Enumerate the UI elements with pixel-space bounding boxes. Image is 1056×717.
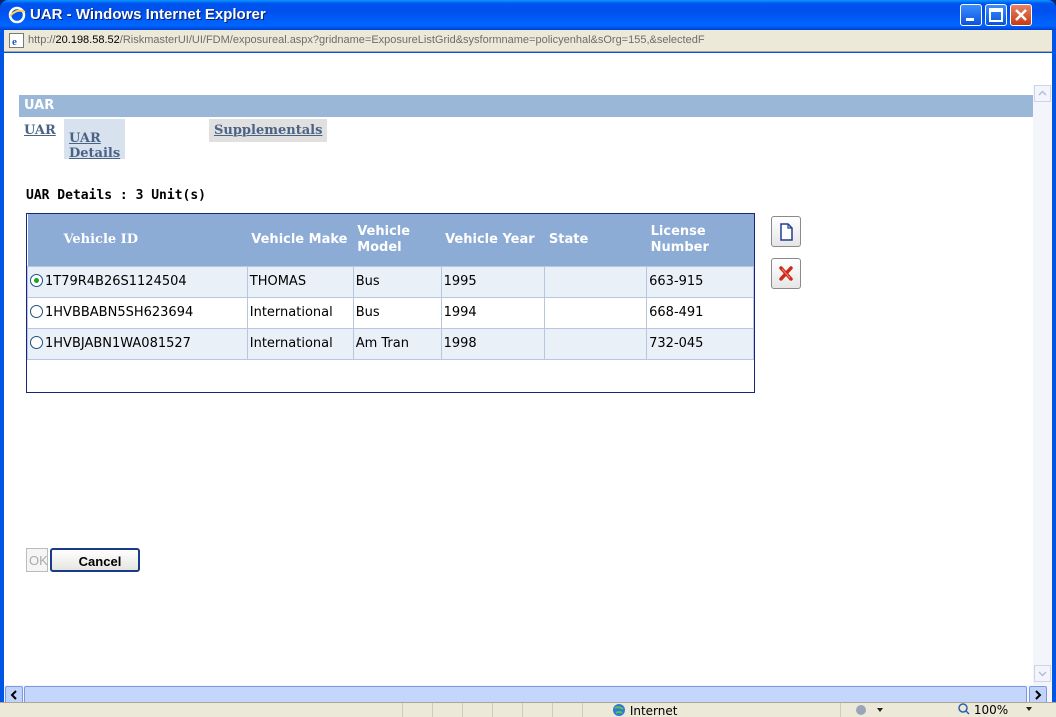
state-cell	[544, 296, 648, 329]
chevron-left-icon	[10, 690, 17, 700]
status-bar: Internet 100%	[0, 702, 1056, 717]
vehicle-id-value: 1HVBJABN1WA081527	[45, 336, 191, 351]
page-content: UAR UAR UAR Details Supplementals UAR De…	[4, 53, 1052, 685]
zoom-control[interactable]: 100%	[958, 703, 1034, 717]
minimize-icon	[966, 18, 974, 21]
chevron-right-icon	[1035, 690, 1042, 700]
license-number-cell: 663-915	[646, 265, 754, 298]
protected-mode-icon	[856, 705, 883, 715]
vehicle-make-cell: International	[246, 296, 354, 329]
status-pane	[462, 703, 492, 717]
vehicle-id-cell: 1HVBBABN5SH623694	[27, 296, 248, 329]
chevron-down-icon	[1025, 707, 1032, 711]
delete-record-button[interactable]	[771, 258, 801, 289]
status-pane	[402, 703, 432, 717]
table-header-row: Vehicle ID Vehicle Make Vehicle Model Ve…	[27, 214, 754, 266]
scroll-up-arrow[interactable]	[1034, 85, 1051, 102]
vehicle-id-cell: 1HVBJABN1WA081527	[27, 327, 248, 360]
table-row[interactable]: 1HVBBABN5SH623694 International Bus 1994…	[27, 296, 754, 329]
url-path: /RiskmasterUI/UI/FDM/exposureal.aspx?gri…	[119, 34, 705, 46]
close-window-button[interactable]	[1010, 4, 1032, 26]
state-cell	[544, 265, 648, 298]
delete-x-icon	[779, 266, 793, 281]
title-bar[interactable]: UAR - Windows Internet Explorer	[0, 0, 1056, 30]
status-pane	[492, 703, 522, 717]
tab-uar-details[interactable]: UAR Details	[64, 119, 126, 161]
svg-text:e: e	[12, 36, 17, 48]
ie-window: UAR - Windows Internet Explorer e http:/…	[0, 0, 1056, 717]
status-pane	[552, 703, 582, 717]
new-document-icon	[780, 223, 793, 241]
url-prefix: http://	[28, 34, 56, 46]
maximize-icon	[989, 8, 1003, 22]
vehicle-model-cell: Bus	[352, 265, 442, 298]
tab-uar[interactable]: UAR	[19, 119, 61, 142]
vehicle-model-cell: Bus	[352, 296, 442, 329]
vehicle-year-cell: 1998	[440, 327, 546, 360]
vertical-scrollbar[interactable]	[1033, 85, 1052, 685]
column-header-vehicle-id[interactable]: Vehicle ID	[51, 214, 248, 266]
page-icon: e	[9, 33, 24, 48]
vehicle-id-value: 1HVBBABN5SH623694	[45, 305, 194, 320]
form-header: UAR	[19, 95, 1035, 117]
column-header-state[interactable]: State	[544, 214, 647, 266]
column-header-license-number[interactable]: License Number	[646, 214, 754, 266]
new-record-button[interactable]	[771, 216, 801, 247]
vehicle-year-cell: 1994	[440, 296, 546, 329]
status-pane	[432, 703, 462, 717]
vehicle-make-cell: International	[246, 327, 354, 360]
maximize-button[interactable]	[985, 4, 1007, 26]
select-column-header	[27, 214, 52, 266]
cancel-button[interactable]: Cancel	[50, 548, 140, 572]
grid-caption: UAR Details : 3 Unit(s)	[26, 188, 207, 203]
vehicle-id-value: 1T79R4B26S1124504	[45, 274, 187, 289]
security-zone[interactable]: Internet	[612, 703, 677, 717]
status-pane	[582, 703, 612, 717]
column-header-vehicle-year[interactable]: Vehicle Year	[441, 214, 545, 266]
status-pane	[840, 703, 958, 717]
vehicle-model-cell: Am Tran	[352, 327, 442, 360]
ok-button[interactable]: OK	[26, 548, 48, 572]
status-pane	[522, 703, 552, 717]
table-row[interactable]: 1HVBJABN1WA081527 International Am Tran …	[27, 327, 754, 360]
license-number-cell: 732-045	[646, 327, 754, 360]
row-select-radio[interactable]	[30, 336, 43, 349]
address-url[interactable]: http://20.198.58.52/RiskmasterUI/UI/FDM/…	[28, 34, 1048, 46]
chevron-down-icon	[1038, 671, 1047, 677]
ie-logo-icon	[8, 6, 26, 24]
scroll-down-arrow[interactable]	[1034, 665, 1051, 682]
zone-label: Internet	[629, 704, 678, 717]
state-cell	[544, 327, 648, 360]
tab-supplementals[interactable]: Supplementals	[209, 119, 328, 142]
table-row[interactable]: 1T79R4B26S1124504 THOMAS Bus 1995 663-91…	[27, 265, 754, 298]
row-select-radio[interactable]	[30, 274, 43, 287]
minimize-button[interactable]	[960, 4, 982, 26]
close-icon	[1015, 9, 1027, 21]
uar-table: Vehicle ID Vehicle Make Vehicle Model Ve…	[27, 214, 754, 360]
row-select-radio[interactable]	[30, 305, 43, 318]
license-number-cell: 668-491	[646, 296, 754, 329]
chevron-up-icon	[1038, 90, 1047, 96]
zoom-icon	[958, 703, 970, 715]
column-header-vehicle-model[interactable]: Vehicle Model	[353, 214, 442, 266]
zoom-level: 100%	[973, 703, 1009, 717]
globe-icon	[613, 704, 625, 716]
vehicle-id-cell: 1T79R4B26S1124504	[27, 265, 248, 298]
vehicle-make-cell: THOMAS	[246, 265, 354, 298]
uar-grid: Vehicle ID Vehicle Make Vehicle Model Ve…	[26, 213, 755, 393]
address-bar[interactable]: e http://20.198.58.52/RiskmasterUI/UI/FD…	[4, 30, 1052, 52]
column-header-vehicle-make[interactable]: Vehicle Make	[247, 214, 354, 266]
vehicle-year-cell: 1995	[440, 265, 546, 298]
url-host: 20.198.58.52	[55, 34, 120, 46]
window-title: UAR - Windows Internet Explorer	[30, 6, 266, 23]
